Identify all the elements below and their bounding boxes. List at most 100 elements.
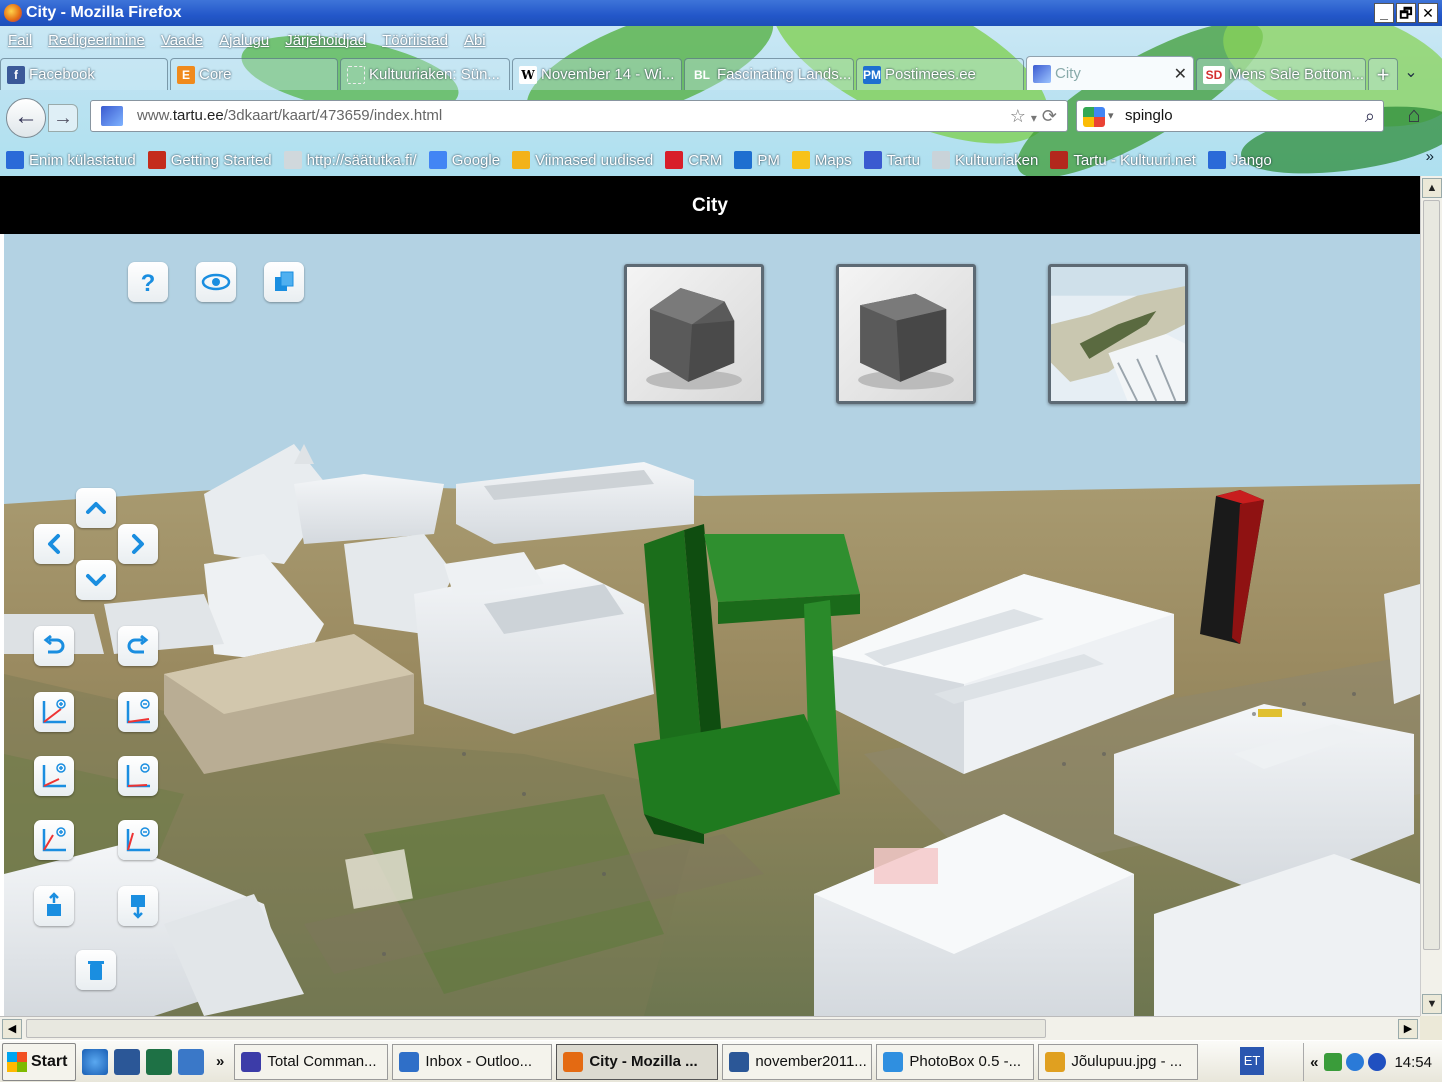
taskbar-item[interactable]: PhotoBox 0.5 -...	[876, 1043, 1035, 1080]
bookmark-item[interactable]: Tartu - Kultuuri.net	[1050, 151, 1196, 169]
bookmark-star-icon[interactable]: ☆	[1010, 106, 1026, 126]
menu-tools[interactable]: Tööriistad	[374, 28, 456, 54]
horizontal-scrollbar[interactable]: ◀ ▶	[0, 1016, 1420, 1040]
tab-mens-sale[interactable]: SD Mens Sale Bottom...	[1196, 58, 1366, 90]
raise-button[interactable]	[34, 886, 74, 926]
word-icon[interactable]	[114, 1048, 140, 1075]
bookmark-item[interactable]: Maps	[791, 151, 852, 169]
lower-button[interactable]	[118, 886, 158, 926]
audio-icon[interactable]	[1368, 1053, 1387, 1071]
internet-explorer-icon[interactable]	[82, 1048, 108, 1075]
menu-help[interactable]: Abi	[456, 28, 494, 54]
bookmark-item[interactable]: Google	[428, 151, 500, 169]
search-bar[interactable]: ▾ spinglo ⌕	[1076, 100, 1384, 132]
menu-file[interactable]: Fail	[0, 28, 40, 54]
url-prefix: www.	[137, 107, 173, 124]
3d-mode-button[interactable]	[264, 262, 304, 302]
scroll-down-button[interactable]: ▼	[1422, 994, 1442, 1014]
zoom-in-button[interactable]	[34, 692, 74, 732]
bookmark-item[interactable]: Kultuuriaken	[931, 151, 1038, 169]
tab-label: Mens Sale Bottom...	[1229, 66, 1365, 83]
bookmark-favicon-icon	[1050, 151, 1069, 169]
menu-edit[interactable]: Redigeerimine	[40, 28, 153, 54]
bookmarks-overflow-button[interactable]: »	[1426, 148, 1434, 165]
tab-facebook[interactable]: f Facebook	[0, 58, 168, 90]
start-button[interactable]: Start	[2, 1042, 76, 1081]
bookmark-item[interactable]: PM	[734, 151, 780, 169]
tab-postimees[interactable]: PM Postimees.ee	[856, 58, 1024, 90]
bookmark-item[interactable]: CRM	[665, 151, 722, 169]
tab-city[interactable]: City ✕	[1026, 56, 1194, 90]
taskbar-item[interactable]: Jõulupuu.jpg - ...	[1038, 1043, 1199, 1080]
3d-city-viewer[interactable]: ?	[4, 234, 1420, 1016]
visibility-button[interactable]	[196, 262, 236, 302]
url-bar[interactable]: www.tartu.ee/3dkaart/kaart/473659/index.…	[90, 100, 1068, 132]
bookmark-item[interactable]: Viimased uudised	[512, 151, 653, 169]
rotate-right-button[interactable]	[118, 626, 158, 666]
pan-down-button[interactable]	[76, 560, 116, 600]
menu-view[interactable]: Vaade	[153, 28, 211, 54]
back-button[interactable]: ←	[6, 98, 46, 138]
elevate-in-button[interactable]	[34, 820, 74, 860]
tilt-down-button[interactable]	[118, 756, 158, 796]
vertical-scrollbar[interactable]: ▲ ▼	[1420, 176, 1442, 1016]
axis-tilt-in-icon	[42, 827, 66, 852]
pan-right-button[interactable]	[118, 524, 158, 564]
history-dropdown-icon[interactable]: ▾	[1031, 111, 1037, 125]
help-button[interactable]: ?	[128, 262, 168, 302]
taskbar-item[interactable]: Inbox - Outloo...	[392, 1043, 553, 1080]
taskbar-item[interactable]: Total Comman...	[234, 1043, 389, 1080]
help-icon: ?	[141, 270, 156, 297]
sync-icon[interactable]	[1346, 1053, 1365, 1071]
home-button[interactable]: ⌂	[1394, 100, 1434, 132]
new-tab-button[interactable]: +	[1368, 58, 1398, 90]
tab-core[interactable]: E Core	[170, 58, 338, 90]
pan-up-button[interactable]	[76, 488, 116, 528]
search-icon[interactable]: ⌕	[1365, 101, 1375, 131]
arrow-left-icon: ←	[14, 103, 38, 130]
close-window-button[interactable]: ✕	[1418, 3, 1438, 23]
bookmark-item[interactable]: Tartu	[863, 151, 920, 169]
delete-button[interactable]	[76, 950, 116, 990]
bookmark-item[interactable]: Getting Started	[147, 151, 272, 169]
box-model-thumbnail[interactable]	[836, 264, 976, 404]
reload-icon[interactable]: ⟳	[1042, 106, 1057, 126]
scroll-up-button[interactable]: ▲	[1422, 178, 1442, 198]
forward-button[interactable]: →	[48, 104, 78, 132]
tab-wikipedia[interactable]: W November 14 - Wi...	[512, 58, 682, 90]
close-tab-icon[interactable]: ✕	[1174, 64, 1187, 84]
menu-bookmarks[interactable]: Järjehoidjad	[277, 28, 374, 54]
scroll-right-button[interactable]: ▶	[1398, 1019, 1418, 1039]
network-icon[interactable]	[1324, 1053, 1343, 1071]
window-titlebar: City - Mozilla Firefox _ 🗗 ✕	[0, 0, 1442, 26]
search-input[interactable]: spinglo	[1125, 107, 1173, 124]
bookmark-item[interactable]: Enim külastatud	[6, 151, 136, 169]
minimize-button[interactable]: _	[1374, 3, 1394, 23]
rotate-left-button[interactable]	[34, 626, 74, 666]
menu-history[interactable]: Ajalugu	[211, 28, 277, 54]
elevate-out-button[interactable]	[118, 820, 158, 860]
restore-button[interactable]: 🗗	[1396, 3, 1416, 23]
taskbar-item[interactable]: City - Mozilla ...	[556, 1043, 719, 1080]
outlook-icon[interactable]	[178, 1048, 204, 1075]
bookmark-item[interactable]: Jango	[1207, 151, 1272, 169]
engine-dropdown-icon[interactable]: ▾	[1108, 101, 1114, 131]
excel-icon[interactable]	[146, 1048, 172, 1075]
bookmark-item[interactable]: http://säätutka.fi/	[283, 151, 417, 169]
language-indicator[interactable]: ET	[1240, 1047, 1264, 1075]
scroll-left-button[interactable]: ◀	[2, 1019, 22, 1039]
pan-left-button[interactable]	[34, 524, 74, 564]
quicklaunch-more[interactable]: »	[216, 1053, 224, 1070]
tilt-up-button[interactable]	[34, 756, 74, 796]
aerial-photo-thumbnail[interactable]	[1048, 264, 1188, 404]
zoom-out-button[interactable]	[118, 692, 158, 732]
vertical-scroll-thumb[interactable]	[1423, 200, 1440, 950]
url-bar-tools: ☆ ▾ ⟳	[1010, 101, 1057, 133]
tab-kultuuriaken[interactable]: Kultuuriaken: Sün...	[340, 58, 510, 90]
taskbar-item[interactable]: november2011...	[722, 1043, 873, 1080]
horizontal-scroll-thumb[interactable]	[26, 1019, 1046, 1038]
tray-expand[interactable]: «	[1310, 1054, 1318, 1071]
house-model-thumbnail[interactable]	[624, 264, 764, 404]
tab-list-button[interactable]: ⌄	[1400, 60, 1422, 90]
tab-fascinating-lands[interactable]: BL Fascinating Lands...	[684, 58, 854, 90]
